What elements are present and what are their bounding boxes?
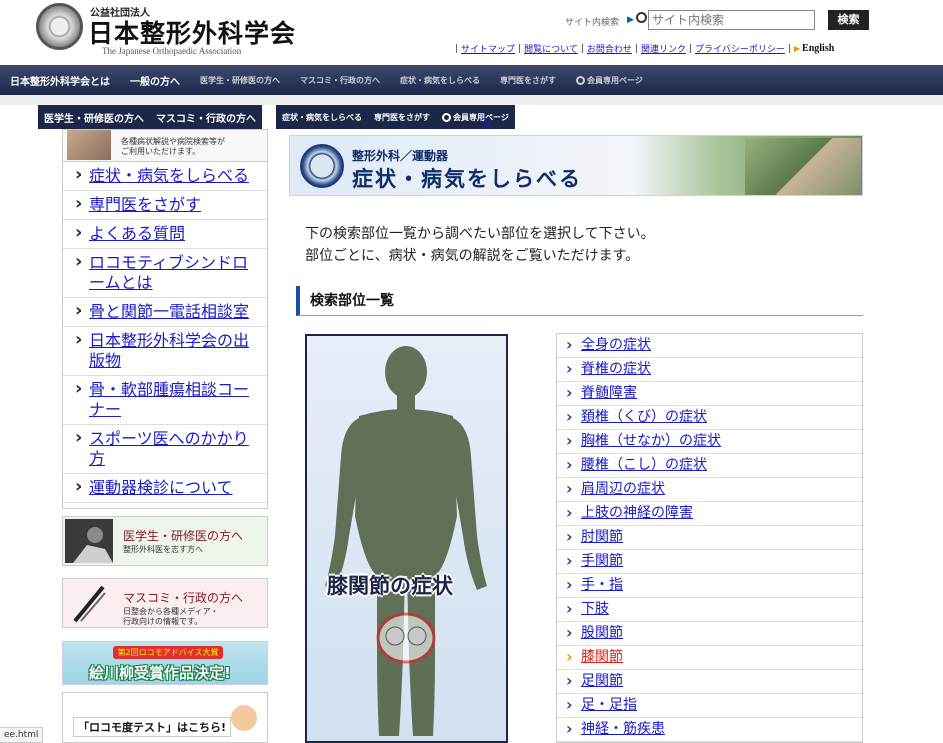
list-item[interactable]: 頚椎（くび）の症状 [557,406,862,430]
logo-org-name-en: The Japanese Orthopaedic Association [102,46,242,56]
body-map-label: 膝関節の症状 [327,574,453,598]
list-item[interactable]: 胸椎（せなか）の症状 [557,430,862,454]
search-label: サイト内検索 [565,18,620,28]
banner-students-title: 医学生・研修医の方へ [123,529,244,543]
link-contact[interactable]: お問合わせ [587,42,632,55]
breadcrumb[interactable]: る [480,114,491,130]
search-input[interactable] [648,10,815,30]
overlay-nav-students[interactable]: 医学生・研修医の方へ [38,110,150,125]
overlay-nav-members[interactable]: 会員専用ページ [436,112,515,123]
banner-students[interactable]: 医学生・研修医の方へ 整形外科医を志す方へ [62,516,268,566]
list-item-active[interactable]: 膝関節 [557,646,862,670]
sidebar-thumbnail [67,130,111,160]
site-logo[interactable]: 公益社団法人 日本整形外科学会 The Japanese Orthopaedic… [36,3,296,61]
link-related[interactable]: 関連リンク [641,42,686,55]
sidebar-desc: 各種病状解説や病院検索等が ご利用いただけます。 [121,137,225,156]
overlay-nav-symptoms[interactable]: 症状・病気をしらべる [276,112,368,123]
site-header: 公益社団法人 日本整形外科学会 The Japanese Orthopaedic… [0,0,943,65]
list-item[interactable]: 股関節 [557,622,862,646]
list-item[interactable]: 脊椎の症状 [557,358,862,382]
page-title: 症状・病気をしらべる [352,167,582,191]
sidebar-item-faq[interactable]: よくある質問 [63,220,267,249]
list-item[interactable]: 肩周辺の症状 [557,478,862,502]
sidebar-header: 各種病状解説や病院検索等が ご利用いただけます。 [63,130,267,162]
banner-locomo-test[interactable]: 「ロコモ度テスト」はこちら! [62,692,268,743]
overlay-nav-specialist[interactable]: 専門医をさがす [368,112,436,123]
page-subtitle: 整形外科／運動器 [352,149,449,163]
logo-seal-icon [36,3,83,50]
banner-photo [745,138,861,195]
list-item[interactable]: 上肢の神経の障害 [557,502,862,526]
body-part-list: 全身の症状 脊椎の症状 脊髄障害 頚椎（くび）の症状 胸椎（せなか）の症状 腰椎… [556,333,863,743]
nav-specialist[interactable]: 専門医をさがす [490,75,566,86]
pen-icon [73,585,106,623]
list-item[interactable]: 足・足指 [557,694,862,718]
list-item[interactable]: 肘関節 [557,526,862,550]
banner-media-desc: 日整会から各種メディア・ 行政向けの情報です。 [123,607,219,626]
list-item[interactable]: 腰椎（こし）の症状 [557,454,862,478]
link-sitemap[interactable]: サイトマップ [461,42,515,55]
sidebar-item-phone[interactable]: 骨と関節一電話相談室 [63,298,267,327]
key-icon [576,75,585,85]
list-item[interactable]: 神経・筋疾患 [557,718,862,742]
list-item[interactable]: 手関節 [557,550,862,574]
body-map[interactable]: 膝関節の症状 [305,334,508,743]
overlay-nav-media[interactable]: マスコミ・行政の方へ [150,110,262,125]
main-nav: 日本整形外科学会とは 一般の方へ 医学生・研修医の方へ マスコミ・行政の方へ 症… [0,65,943,95]
key-icon [442,112,451,122]
page-banner: 整形外科／運動器 症状・病気をしらべる [289,135,863,196]
section-title: 検索部位一覧 [296,286,863,316]
list-item[interactable]: 脊髄障害 [557,382,862,406]
intro-line-1: 下の検索部位一覧から調べたい部位を選択して下さい。 [305,226,655,242]
link-privacy[interactable]: プライバシーポリシー [695,42,785,55]
status-bar: ee.html [0,727,44,743]
banner-media[interactable]: マスコミ・行政の方へ 日整会から各種メディア・ 行政向けの情報です。 [62,578,268,628]
nav-about[interactable]: 日本整形外科学会とは [0,73,120,88]
overlay-nav-left: 医学生・研修医の方へ マスコミ・行政の方へ [38,105,262,129]
human-body-icon [325,346,487,736]
list-item[interactable]: 全身の症状 [557,334,862,358]
student-photo-icon [65,519,113,563]
sidebar: 各種病状解説や病院検索等が ご利用いただけます。 症状・病気をしらべる 専門医を… [62,129,268,509]
link-browsing[interactable]: 閲覧について [524,42,578,55]
person-illustration-icon [231,705,257,731]
sidebar-item-symptoms[interactable]: 症状・病気をしらべる [63,162,267,191]
banner-media-title: マスコミ・行政の方へ [123,591,244,605]
sidebar-item-publications[interactable]: 日本整形外科学会の出版物 [63,327,267,376]
sidebar-item-checkup[interactable]: 運動器検診について [63,474,267,503]
link-english[interactable]: English [802,43,834,54]
search-icon [636,12,647,23]
subnav-strip [0,95,943,105]
arrow-right-icon: ▶ [793,44,801,53]
intro-text: 下の検索部位一覧から調べたい部位を選択して下さい。 部位ごとに、病状・病気の解説… [305,223,655,267]
list-item[interactable]: 足関節 [557,670,862,694]
arrow-right-icon: ▶ [627,15,634,25]
nav-symptoms[interactable]: 症状・病気をしらべる [390,75,490,86]
sidebar-item-tumor[interactable]: 骨・軟部腫瘍相談コーナー [63,376,267,425]
search-button[interactable]: 検索 [828,10,869,30]
sidebar-item-locomo[interactable]: ロコモティブシンドロームとは [63,249,267,298]
nav-students[interactable]: 医学生・研修医の方へ [190,75,290,86]
locomo-test-label: 「ロコモ度テスト」はこちら! [73,717,232,737]
list-item[interactable]: 手・指 [557,574,862,598]
utility-links: | サイトマップ | 閲覧について | お問合わせ | 関連リンク | プライバ… [455,42,835,55]
sidebar-item-sports[interactable]: スポーツ医へのかかり方 [63,425,267,474]
senryu-title: 絵川柳受賞作品決定! [89,664,231,682]
intro-line-2: 部位ごとに、病状・病気の解説をご覧いただけます。 [305,248,640,264]
senryu-badge: 第2回ロコモアドバイス大賞 [113,646,223,659]
nav-members[interactable]: 会員専用ページ [566,75,653,86]
logo-org-name: 日本整形外科学会 [88,19,297,48]
nav-general[interactable]: 一般の方へ [120,73,190,88]
association-seal-icon [300,144,344,188]
banner-students-desc: 整形外科医を志す方へ [123,545,203,554]
sidebar-item-specialist[interactable]: 専門医をさがす [63,191,267,220]
list-item[interactable]: 下肢 [557,598,862,622]
banner-senryu[interactable]: 第2回ロコモアドバイス大賞 絵川柳受賞作品決定! [62,641,268,685]
nav-media[interactable]: マスコミ・行政の方へ [290,75,390,86]
